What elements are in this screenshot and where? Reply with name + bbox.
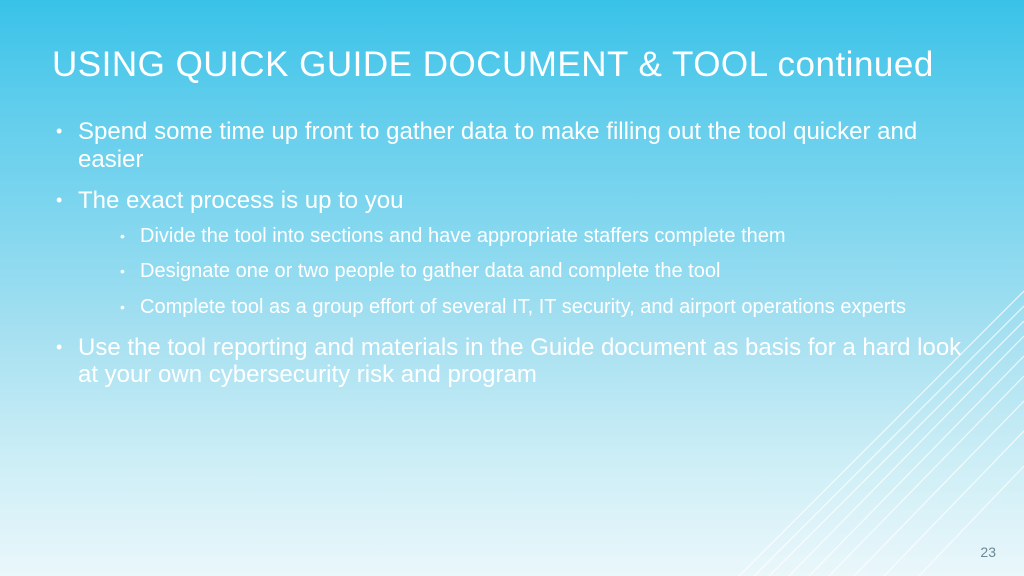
bullet-text: The exact process is up to you [78, 187, 404, 214]
sub-bullet-list: Divide the tool into sections and have a… [118, 225, 964, 320]
list-item: Spend some time up front to gather data … [52, 118, 964, 173]
bullet-text: Divide the tool into sections and have a… [140, 225, 786, 247]
slide-body: Spend some time up front to gather data … [52, 118, 964, 403]
bullet-text: Spend some time up front to gather data … [78, 118, 917, 173]
bullet-text: Designate one or two people to gather da… [140, 260, 720, 282]
list-item: Use the tool reporting and materials in … [52, 334, 964, 389]
list-item: Divide the tool into sections and have a… [118, 225, 964, 249]
slide-title: USING QUICK GUIDE DOCUMENT & TOOL contin… [52, 45, 972, 85]
bullet-text: Use the tool reporting and materials in … [78, 334, 961, 389]
list-item: Designate one or two people to gather da… [118, 260, 964, 284]
bullet-list: Spend some time up front to gather data … [52, 118, 964, 389]
bullet-text: Complete tool as a group effort of sever… [140, 296, 906, 318]
list-item: Complete tool as a group effort of sever… [118, 296, 964, 320]
list-item: The exact process is up to you Divide th… [52, 187, 964, 319]
page-number: 23 [980, 544, 996, 560]
slide: USING QUICK GUIDE DOCUMENT & TOOL contin… [0, 0, 1024, 576]
